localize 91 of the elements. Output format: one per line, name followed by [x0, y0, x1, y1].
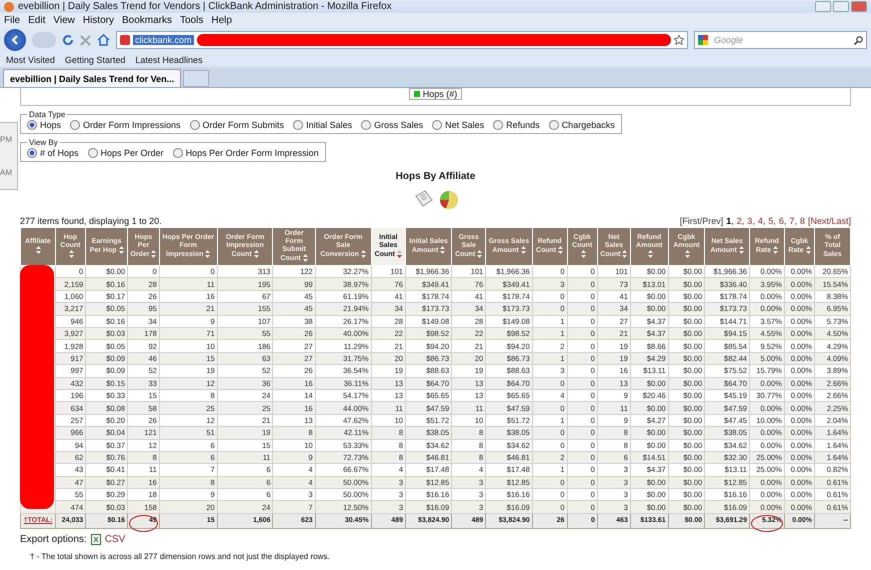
export-label: Export options:: [20, 534, 87, 545]
page-link[interactable]: 5: [768, 216, 774, 226]
results-summary: 277 items found, displaying 1 to 20.: [20, 216, 162, 226]
sort-icon: [118, 246, 124, 254]
next-last-link[interactable]: [Next/Last]: [808, 216, 851, 226]
spreadsheet-icon: [90, 534, 101, 545]
page-separator: ,: [752, 216, 755, 226]
radio-option[interactable]: Chargebacks: [548, 120, 615, 130]
menu-item[interactable]: Help: [211, 15, 232, 26]
radio-option[interactable]: Refunds: [493, 120, 540, 130]
page-separator: ,: [742, 216, 744, 226]
bookmark-link[interactable]: Latest Headlines: [135, 54, 202, 64]
sort-icon: [738, 246, 744, 254]
radio-option[interactable]: Hops Per Order: [88, 148, 164, 158]
home-icon[interactable]: [97, 34, 110, 46]
back-button[interactable]: [4, 29, 26, 51]
star-icon[interactable]: [674, 35, 684, 45]
page-separator: ,: [784, 216, 786, 226]
menu-item[interactable]: Tools: [180, 15, 204, 26]
search-engine-icon: [698, 35, 710, 45]
radio-option[interactable]: Net Sales: [432, 120, 484, 130]
circle-annotation: [750, 514, 783, 532]
page-link[interactable]: 1: [726, 216, 732, 226]
radio-option[interactable]: # of Hops: [27, 148, 79, 158]
sort-icon: [302, 254, 308, 262]
radio-option[interactable]: Initial Sales: [293, 120, 352, 130]
table-view-icon[interactable]: [412, 190, 432, 208]
menu-item[interactable]: File: [4, 15, 20, 26]
menu-item[interactable]: History: [82, 15, 114, 26]
sort-icon: [622, 250, 628, 258]
sort-icon: [396, 250, 402, 258]
sort-icon: [648, 250, 653, 258]
page-link[interactable]: 2: [736, 216, 742, 226]
reload-icon[interactable]: [62, 34, 74, 46]
time-label: PM: [0, 135, 12, 144]
group-legend: View By: [27, 138, 60, 147]
search-field[interactable]: Google: [714, 35, 850, 45]
search-bar[interactable]: Google: [694, 31, 867, 49]
radio-option[interactable]: Order Form Submits: [190, 120, 284, 130]
footnote: † - The total shown is across all 277 dimension rows and not just the displayed rows.: [30, 552, 331, 561]
group-legend: Data Type: [27, 110, 68, 119]
radio-option[interactable]: Hops: [27, 120, 62, 130]
bookmark-link[interactable]: Most Visited: [6, 54, 55, 64]
sort-icon: [773, 246, 778, 254]
radio-option[interactable]: Hops Per Order Form Impression: [172, 148, 319, 158]
menu-item[interactable]: View: [53, 15, 75, 26]
sort-icon: [684, 250, 690, 258]
radio-option[interactable]: Order Form Impressions: [70, 120, 181, 130]
sort-icon: [806, 246, 811, 254]
browser-tab[interactable]: evebillion | Daily Sales Trend for Ven...: [3, 69, 182, 87]
site-icon: [120, 35, 130, 45]
page-link[interactable]: 4: [758, 216, 763, 226]
page-separator: ,: [773, 216, 776, 226]
bookmark-link[interactable]: Getting Started: [64, 54, 126, 64]
sort-icon: [205, 250, 210, 258]
browser-logo-icon: [4, 2, 14, 12]
stop-icon[interactable]: [80, 34, 91, 46]
close-button[interactable]: [851, 1, 867, 12]
sort-icon: [360, 250, 366, 258]
page-separator: ,: [731, 216, 734, 226]
radio-option[interactable]: Gross Sales: [361, 120, 424, 130]
sort-icon: [477, 250, 482, 258]
sort-icon: [68, 250, 74, 258]
page-separator: ,: [794, 216, 797, 226]
time-label: AM: [0, 168, 12, 177]
window-title-text: evebillion | Daily Sales Trend for Vendors | ClickBank Administration - Mozilla Firefox: [18, 1, 392, 12]
report-title: Hops By Affiliate: [394, 171, 476, 182]
sort-icon: [440, 246, 446, 254]
csv-link[interactable]: CSV: [104, 534, 126, 545]
page-link[interactable]: 8: [800, 216, 805, 226]
legend-label: Hops (#): [422, 89, 458, 99]
circle-annotation: [129, 514, 158, 532]
search-icon[interactable]: [854, 36, 863, 44]
page-link[interactable]: 7: [789, 216, 794, 226]
page-link[interactable]: 3: [747, 216, 752, 226]
pager-text: [First/Prev]: [680, 216, 724, 226]
maximize-button[interactable]: [833, 1, 849, 12]
sort-icon: [520, 246, 526, 254]
menu-item[interactable]: Bookmarks: [122, 15, 172, 26]
sort-icon: [558, 246, 564, 254]
page-separator: ,: [762, 216, 766, 226]
sort-icon: [254, 250, 259, 258]
new-tab-button[interactable]: [183, 70, 210, 87]
sort-icon: [580, 250, 586, 258]
pie-chart-icon[interactable]: [438, 190, 458, 210]
minimize-button[interactable]: [815, 1, 831, 12]
page-link[interactable]: 6: [778, 216, 784, 226]
sort-icon: [36, 246, 42, 254]
sort-icon: [151, 250, 156, 258]
menu-item[interactable]: Edit: [28, 15, 46, 26]
address-field[interactable]: clickbank.com: [116, 31, 688, 49]
